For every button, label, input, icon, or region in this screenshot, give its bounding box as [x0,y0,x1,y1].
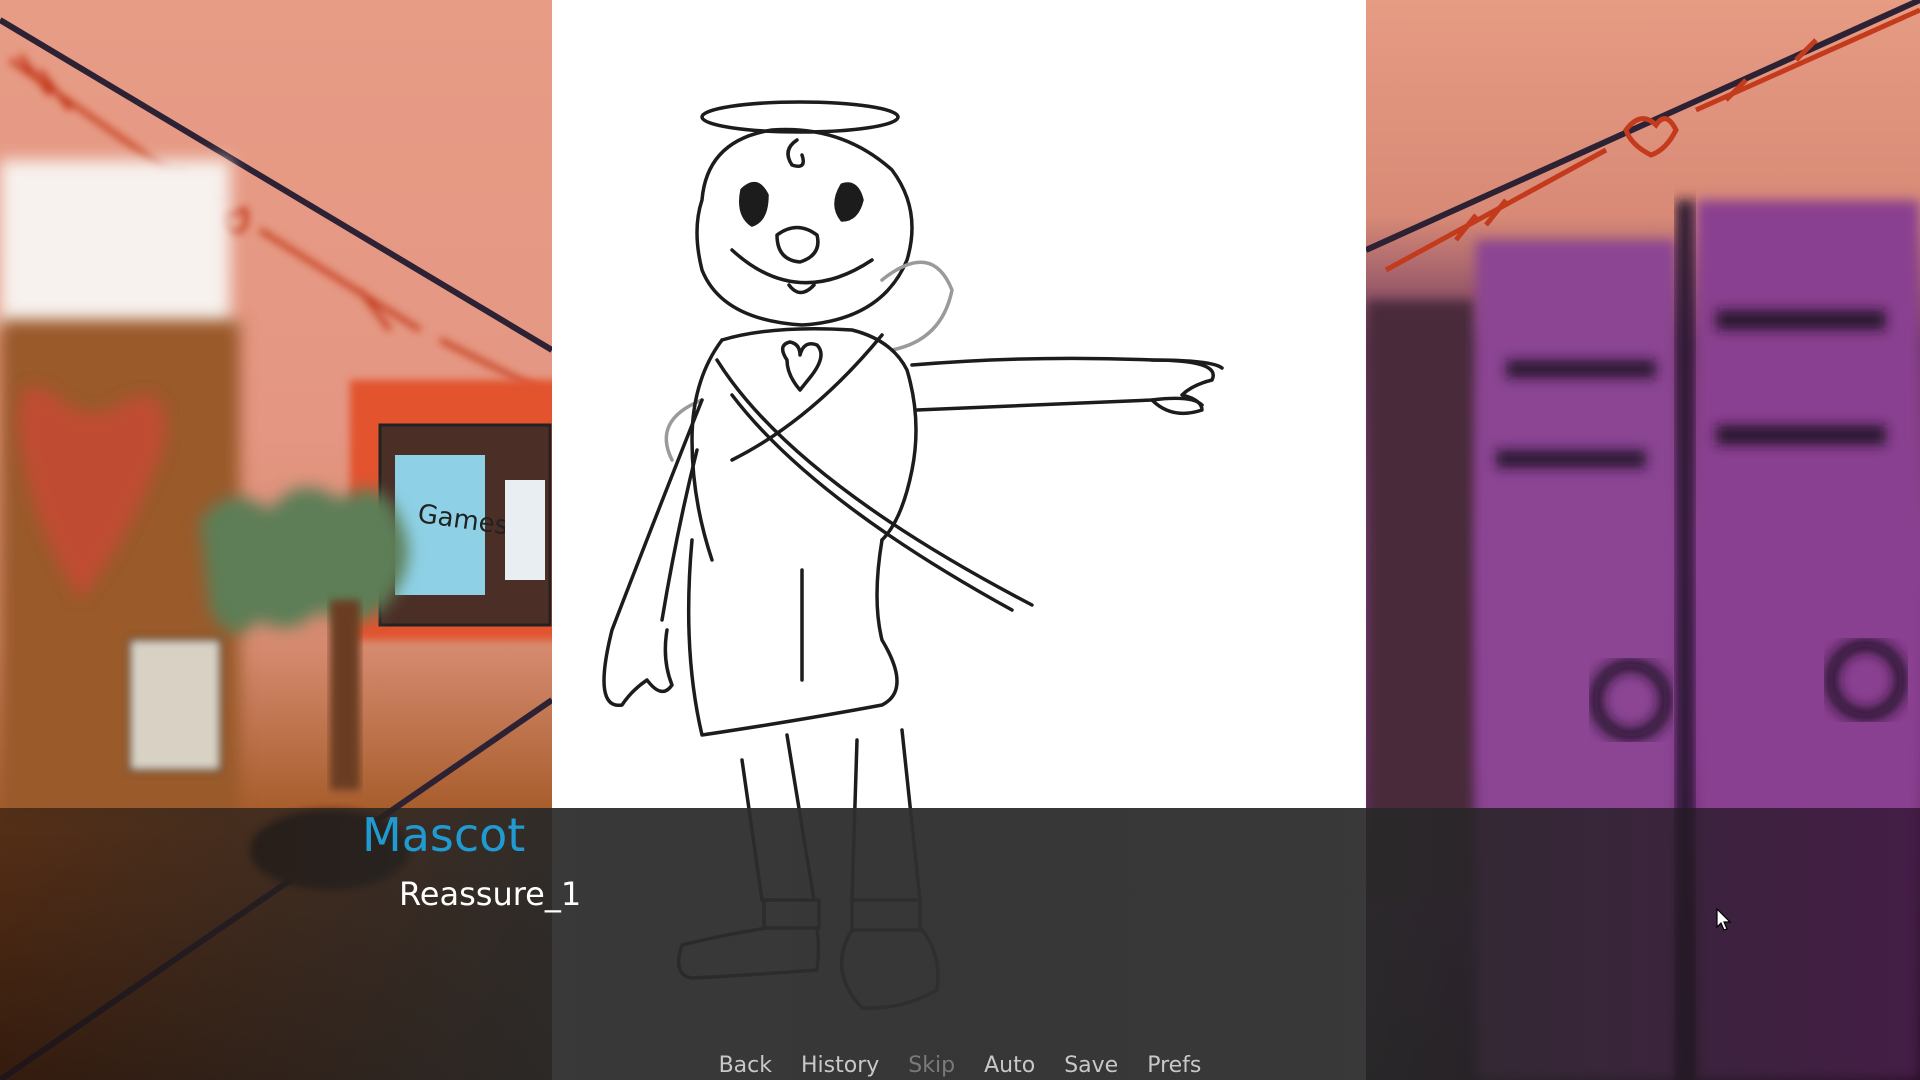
back-button[interactable]: Back [719,1052,772,1080]
speaker-name: Mascot [362,808,526,862]
wing-right [880,260,954,352]
plant-trunk [330,600,360,790]
left-arm [602,398,704,707]
halo [700,100,900,134]
game-scene[interactable]: Games Mascot Reassure_1 Back History Ski… [0,0,1920,1080]
wall-sign [128,638,222,772]
ceiling-light [0,160,230,330]
skirt [686,538,899,737]
sash-upper [715,358,1034,607]
left-arm-inner [660,448,699,622]
dialogue-box[interactable] [0,808,1920,1080]
nose [775,225,820,264]
dialogue-text: Reassure_1 [399,875,582,913]
poster-partial [505,480,545,580]
history-button[interactable]: History [801,1052,879,1080]
quick-menu: Back History Skip Auto Save Prefs [0,1052,1920,1080]
left-eye [739,181,769,227]
sash-cross [730,333,884,462]
hair-curl [786,138,805,168]
mouse-cursor-icon [1716,908,1732,931]
right-eye [834,182,864,222]
prefs-button[interactable]: Prefs [1147,1052,1201,1080]
teeth [787,283,816,295]
save-button[interactable]: Save [1064,1052,1118,1080]
mouth [730,248,874,285]
potted-plant [200,487,408,633]
skip-button[interactable]: Skip [908,1052,955,1080]
auto-button[interactable]: Auto [984,1052,1035,1080]
pointing-hand [1150,358,1215,416]
chest-heart [780,340,823,392]
